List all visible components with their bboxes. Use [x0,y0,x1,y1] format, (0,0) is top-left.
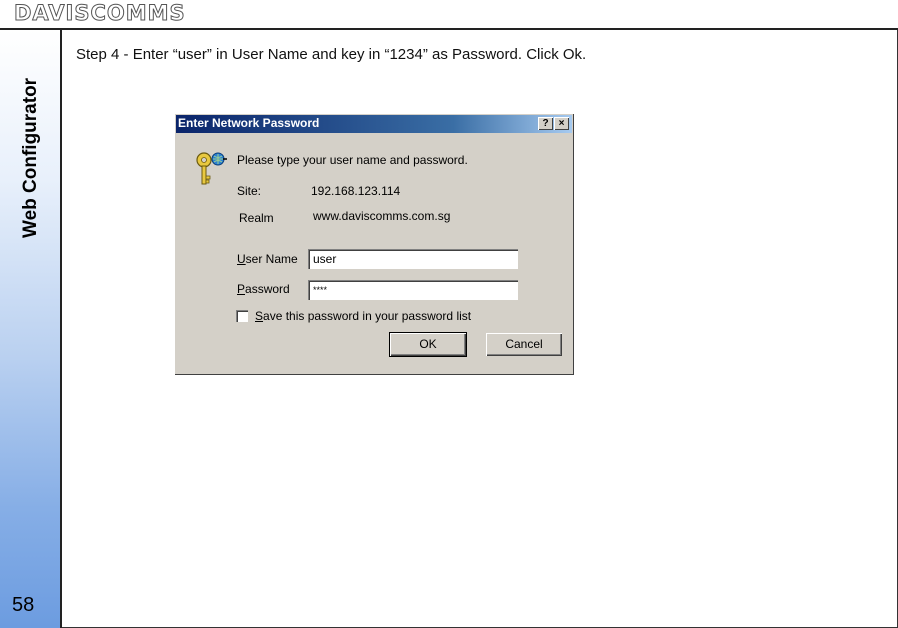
page-header: DAVISCOMMS [0,0,898,30]
close-button[interactable]: × [554,117,569,130]
save-label-rest: ave this password in your password list [263,309,472,323]
username-label-accel: U [237,252,246,266]
cancel-button[interactable]: Cancel [486,333,562,356]
site-value: 192.168.123.114 [311,184,401,198]
ok-button[interactable]: OK [389,332,467,357]
step-instruction: Step 4 - Enter “user” in User Name and k… [76,46,587,63]
keys-icon [196,152,227,185]
password-label: Password [237,282,290,296]
daviscomms-logo: DAVISCOMMS [14,1,186,26]
dialog-title: Enter Network Password [178,116,320,130]
password-label-accel: P [237,282,246,296]
password-field[interactable]: **** [308,280,518,300]
page-number: 58 [12,594,35,616]
save-password-label[interactable]: Save this password in your password list [255,309,471,323]
header-divider [0,28,898,30]
realm-label: Realm [239,211,274,225]
save-password-checkbox[interactable] [236,310,248,322]
network-password-dialog: Enter Network Password ? × Please type y… [174,113,574,375]
help-button[interactable]: ? [538,117,553,130]
username-label-rest: ser Name [245,252,298,266]
save-label-accel: S [255,309,264,323]
username-label: User Name [237,252,298,266]
section-title: Web Configurator [20,77,41,238]
site-label: Site: [237,184,262,198]
dialog-prompt: Please type your user name and password. [237,153,468,167]
sidebar-divider [60,30,62,628]
dialog-titlebar[interactable]: Enter Network Password ? × [176,115,572,133]
realm-value: www.daviscomms.com.sg [313,209,451,223]
username-field[interactable]: user [308,249,518,269]
password-label-rest: assword [245,282,290,296]
